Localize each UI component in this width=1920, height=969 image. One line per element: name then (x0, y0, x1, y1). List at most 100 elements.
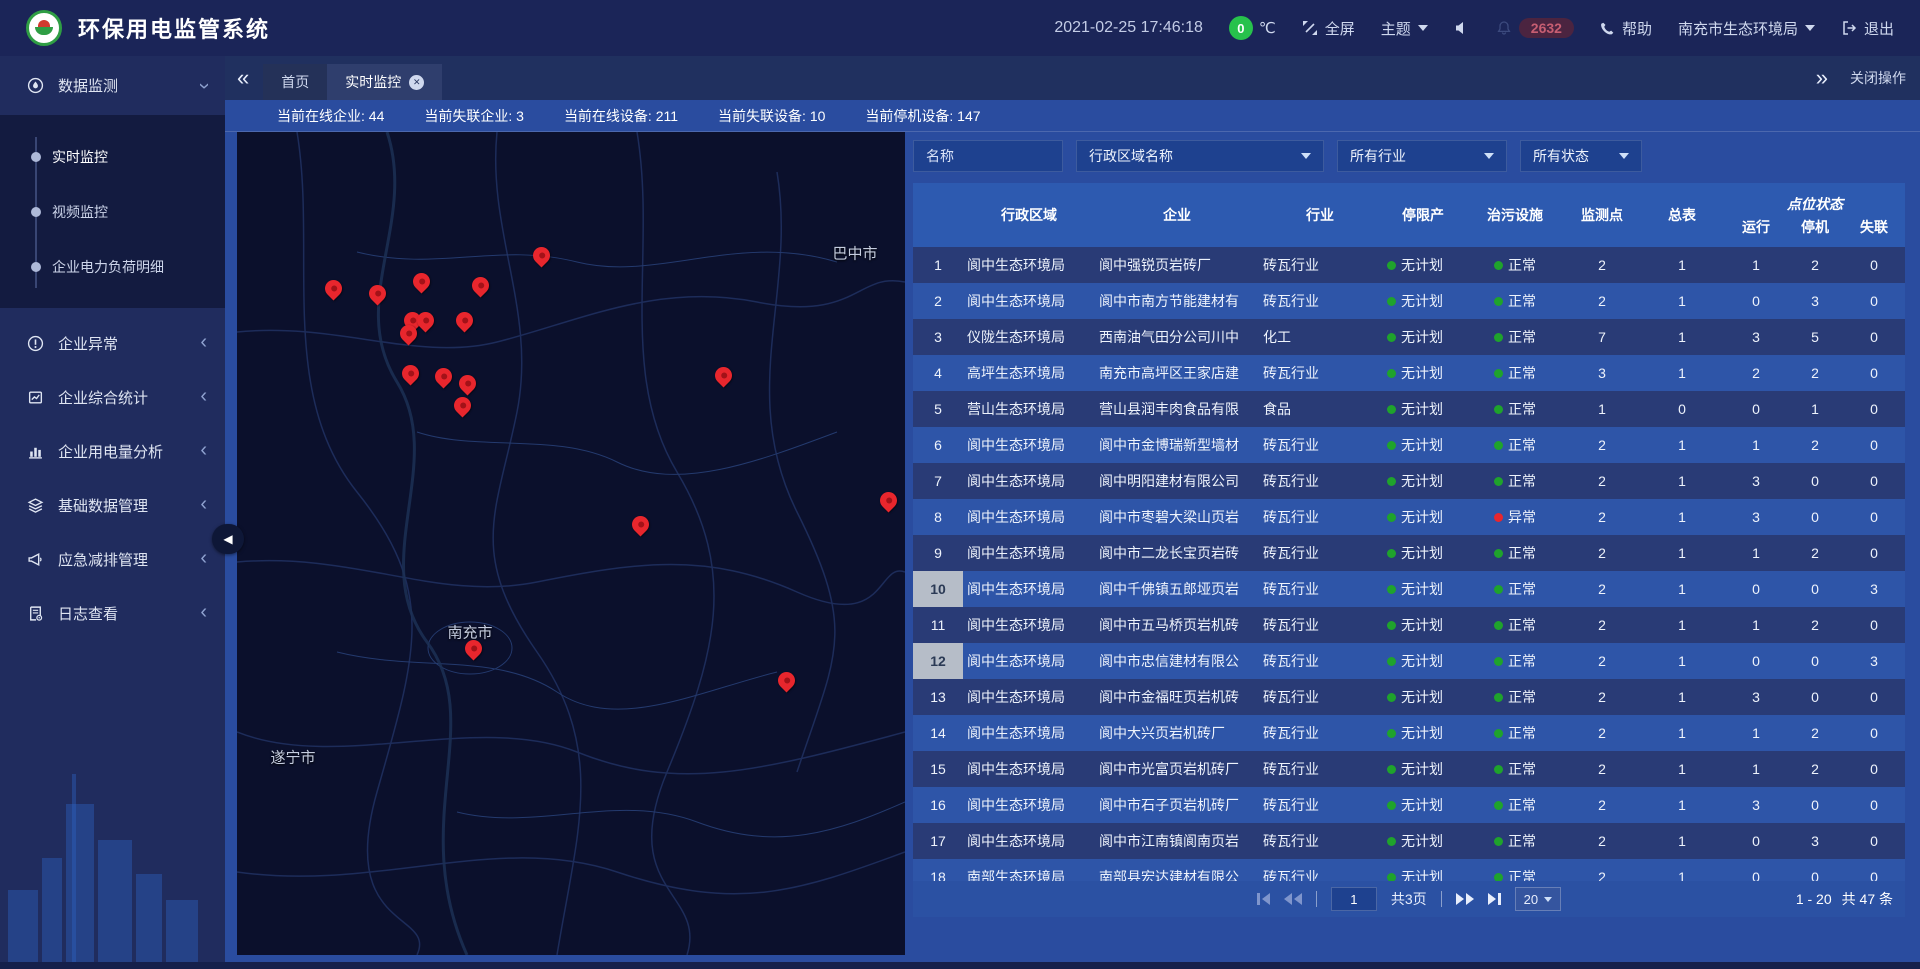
industry-select-value: 所有行业 (1350, 146, 1406, 166)
total-pages-label: 共3页 (1391, 889, 1427, 909)
cell-facility: 正常 (1465, 391, 1565, 427)
app-window: 环保用电监管系统 2021-02-25 17:46:18 0 ℃ 全屏 主题 (0, 0, 1920, 969)
org-dropdown[interactable]: 南充市生态环境局 (1678, 18, 1815, 39)
cell-company: 阆中市江南镇阆南页岩 (1095, 823, 1259, 859)
sidebar-item-应急减排管理[interactable]: 应急减排管理‹ (0, 532, 225, 586)
sidebar-item-企业综合统计[interactable]: 企业综合统计‹ (0, 370, 225, 424)
tab-monitor-label: 实时监控 (345, 72, 401, 92)
page-number-input[interactable]: 1 (1331, 887, 1377, 911)
prev-page-button[interactable] (1284, 893, 1302, 905)
table-row[interactable]: 15阆中生态环境局阆中市光富页岩机砖厂砖瓦行业无计划正常21120 (913, 751, 1905, 787)
region-select[interactable]: 行政区域名称 (1076, 140, 1324, 172)
status-dot-icon (1387, 261, 1396, 270)
industry-select[interactable]: 所有行业 (1337, 140, 1507, 172)
cell-limit-text: 无计划 (1401, 795, 1443, 815)
name-search-input[interactable] (926, 148, 1050, 164)
sidebar-item-企业用电量分析[interactable]: 企业用电量分析‹ (0, 424, 225, 478)
sidebar-item-基础数据管理[interactable]: 基础数据管理‹ (0, 478, 225, 532)
cell-limit: 无计划 (1381, 571, 1465, 607)
status-dot-icon (1494, 297, 1503, 306)
next-page-button[interactable] (1456, 893, 1474, 905)
table-row[interactable]: 2阆中生态环境局阆中市南方节能建材有砖瓦行业无计划正常21030 (913, 283, 1905, 319)
status-dot-icon (1494, 729, 1503, 738)
sidebar-collapse-button[interactable]: ◀ (212, 524, 244, 554)
table-row[interactable]: 11阆中生态环境局阆中市五马桥页岩机砖砖瓦行业无计划正常21120 (913, 607, 1905, 643)
tab-home[interactable]: 首页 (263, 64, 327, 100)
table-row[interactable]: 12阆中生态环境局阆中市忠信建材有限公砖瓦行业无计划正常21003 (913, 643, 1905, 679)
cell-industry: 砖瓦行业 (1259, 571, 1381, 607)
cell-facility: 正常 (1465, 427, 1565, 463)
theme-dropdown[interactable]: 主题 (1381, 18, 1428, 39)
fullscreen-button[interactable]: 全屏 (1302, 18, 1355, 39)
table-row[interactable]: 10阆中生态环境局阆中千佛镇五郎垭页岩砖瓦行业无计划正常21003 (913, 571, 1905, 607)
table-row[interactable]: 6阆中生态环境局阆中市金博瑞新型墙材砖瓦行业无计划正常21120 (913, 427, 1905, 463)
gauge-icon (27, 77, 44, 94)
table-row[interactable]: 8阆中生态环境局阆中市枣碧大梁山页岩砖瓦行业无计划异常21300 (913, 499, 1905, 535)
cell-total: 1 (1639, 643, 1725, 679)
notification-count-badge: 2632 (1519, 18, 1574, 38)
status-dot-icon (1494, 369, 1503, 378)
cell-limit-text: 无计划 (1401, 579, 1443, 599)
sidebar-subitem-企业电力负荷明细[interactable]: 企业电力负荷明细 (0, 239, 225, 294)
cell-index: 1 (913, 247, 963, 283)
tab-scroll-right-icon[interactable]: » (1816, 67, 1828, 89)
cell-run: 3 (1725, 463, 1787, 499)
table-row[interactable]: 13阆中生态环境局阆中市金福旺页岩机砖砖瓦行业无计划正常21300 (913, 679, 1905, 715)
cell-facility: 正常 (1465, 715, 1565, 751)
cell-facility-text: 正常 (1508, 291, 1536, 311)
table-row[interactable]: 3仪陇生态环境局西南油气田分公司川中化工无计划正常71350 (913, 319, 1905, 355)
cell-facility-text: 正常 (1508, 471, 1536, 491)
map[interactable]: 巴中市南充市遂宁市 (237, 132, 905, 955)
sidebar-subitem-实时监控[interactable]: 实时监控 (0, 129, 225, 184)
sidebar-item-日志查看[interactable]: 日志查看‹ (0, 586, 225, 640)
table-row[interactable]: 4高坪生态环境局南充市高坪区王家店建砖瓦行业无计划正常31220 (913, 355, 1905, 391)
sidebar-subitem-视频监控[interactable]: 视频监控 (0, 184, 225, 239)
cell-industry: 砖瓦行业 (1259, 607, 1381, 643)
cell-total: 1 (1639, 751, 1725, 787)
close-operations-button[interactable]: 关闭操作 (1850, 68, 1906, 88)
table-row[interactable]: 5营山生态环境局营山县润丰肉食品有限食品无计划正常10010 (913, 391, 1905, 427)
tab-scroll-left-icon[interactable]: « (225, 67, 263, 89)
first-page-button[interactable] (1257, 893, 1270, 905)
table-row[interactable]: 17阆中生态环境局阆中市江南镇阆南页岩砖瓦行业无计划正常21030 (913, 823, 1905, 859)
map-roads (237, 132, 905, 955)
cell-monitor: 2 (1565, 643, 1639, 679)
cell-facility-text: 正常 (1508, 579, 1536, 599)
skyline-watermark (0, 752, 225, 962)
table-row[interactable]: 16阆中生态环境局阆中市石子页岩机砖厂砖瓦行业无计划正常21300 (913, 787, 1905, 823)
logout-button[interactable]: 退出 (1841, 18, 1894, 39)
help-button[interactable]: 帮助 (1600, 18, 1652, 39)
speaker-icon (1454, 20, 1470, 36)
table-row[interactable]: 9阆中生态环境局阆中市二龙长宝页岩砖砖瓦行业无计划正常21120 (913, 535, 1905, 571)
cell-industry: 砖瓦行业 (1259, 823, 1381, 859)
cell-facility: 正常 (1465, 355, 1565, 391)
close-icon[interactable]: ✕ (409, 75, 424, 90)
last-page-button[interactable] (1488, 893, 1501, 905)
table-row[interactable]: 18南部生态环境局南部县宏达建材有限公砖瓦行业无计划正常21000 (913, 859, 1905, 881)
cell-stop: 0 (1787, 787, 1843, 823)
status-select[interactable]: 所有状态 (1520, 140, 1642, 172)
cell-run: 1 (1725, 427, 1787, 463)
bottom-edge (0, 962, 1920, 969)
page-size-select[interactable]: 20 (1515, 887, 1561, 911)
table-row[interactable]: 14阆中生态环境局阆中大兴页岩机砖厂砖瓦行业无计划正常21120 (913, 715, 1905, 751)
cell-total: 1 (1639, 571, 1725, 607)
col-industry: 行业 (1259, 183, 1381, 247)
cell-fail: 0 (1843, 715, 1905, 751)
cell-index: 18 (913, 859, 963, 881)
sound-button[interactable] (1454, 20, 1470, 36)
table-row[interactable]: 7阆中生态环境局阆中明阳建材有限公司砖瓦行业无计划正常21300 (913, 463, 1905, 499)
cell-region: 阆中生态环境局 (963, 751, 1095, 787)
sidebar-item-企业异常[interactable]: 企业异常‹ (0, 316, 225, 370)
notifications[interactable]: 2632 (1496, 18, 1574, 38)
tab-realtime-monitor[interactable]: 实时监控 ✕ (327, 64, 442, 100)
cell-index: 3 (913, 319, 963, 355)
stat-当前失联企业: 当前失联企业: 3 (424, 106, 524, 126)
table-row[interactable]: 1阆中生态环境局阆中强锐页岩砖厂砖瓦行业无计划正常21120 (913, 247, 1905, 283)
cell-company: 南充市高坪区王家店建 (1095, 355, 1259, 391)
cell-limit-text: 无计划 (1401, 687, 1443, 707)
sidebar-item-数据监测[interactable]: 数据监测‹ (0, 56, 225, 115)
sidebar-section-list: 企业异常‹企业综合统计‹企业用电量分析‹基础数据管理‹应急减排管理‹日志查看‹ (0, 316, 225, 640)
cell-limit: 无计划 (1381, 463, 1465, 499)
megaphone-icon (27, 551, 44, 568)
